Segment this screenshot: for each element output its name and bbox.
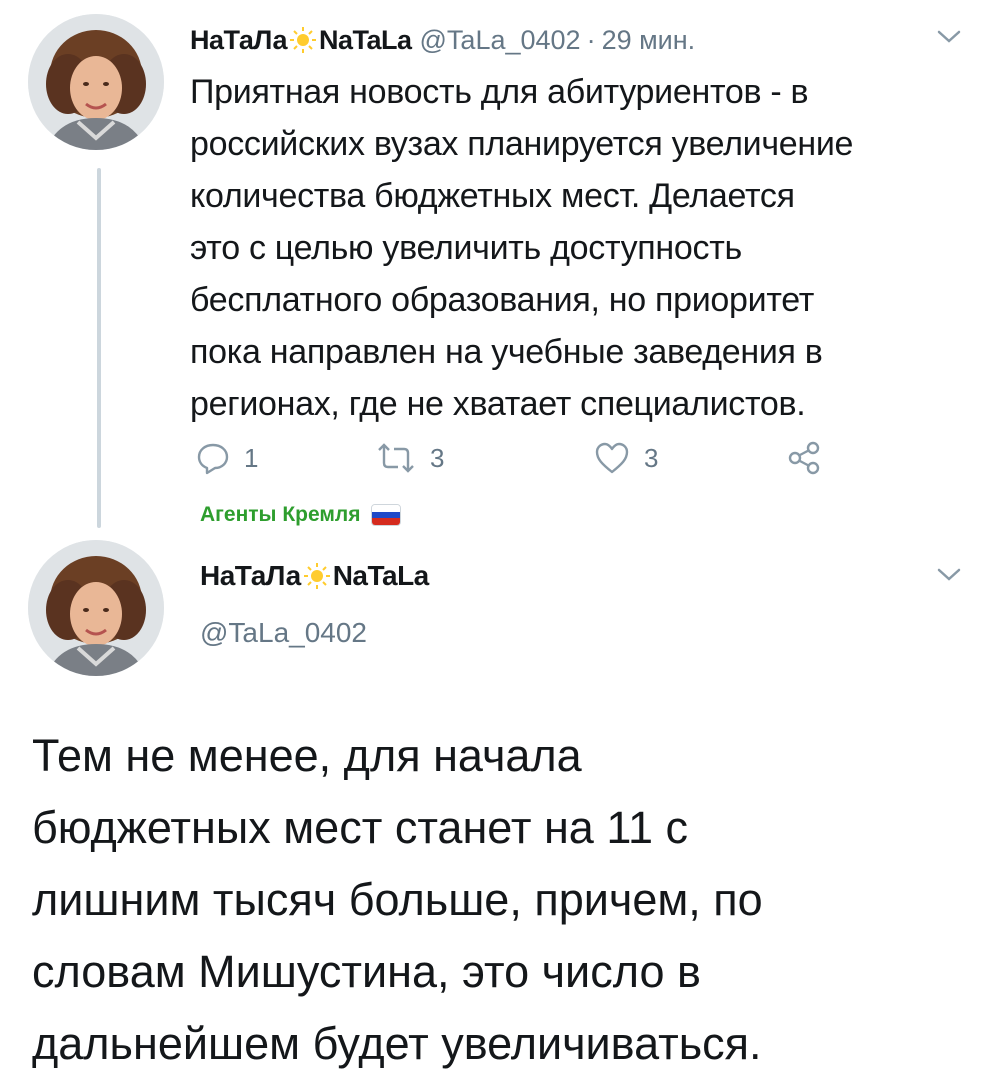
sun-icon [303,562,331,590]
tweet-header: НаТаЛа NaTaLa @TaLa_0402 · 29 мин. [190,22,970,58]
avatar[interactable] [28,14,164,150]
reply-icon [197,443,229,475]
tweet-timestamp[interactable]: 29 мин. [602,25,696,56]
heart-icon [595,442,629,474]
author-name-part1: НаТаЛа [200,560,301,591]
reply-count: 1 [244,442,259,473]
russia-flag-icon [370,504,401,526]
separator-dot: · [586,24,596,55]
community-tag-label: Агенты Кремля [200,503,361,526]
avatar[interactable] [28,540,164,676]
like-button[interactable]: 3 [594,438,658,478]
tweet-text: Приятная новость для абитуриентов - в ро… [190,73,854,423]
author-name-part1[interactable]: НаТаЛа [190,25,287,56]
author-handle[interactable]: @TaLa_0402 [420,25,581,56]
chevron-down-icon[interactable] [935,28,963,46]
thread-connector-line [97,168,101,528]
author-handle[interactable]: @TaLa_0402 [200,617,429,649]
community-tag[interactable]: Агенты Кремля [200,500,401,530]
tweet-actions: 1 3 3 [190,438,970,478]
tweet-text: Тем не менее, для начала бюджетных мест … [32,730,763,1069]
author-name-part2: NaTaLa [332,560,430,591]
share-icon [788,441,820,475]
chevron-down-icon[interactable] [935,566,963,584]
retweet-button[interactable]: 3 [376,438,444,478]
author-name-part2[interactable]: NaTaLa [319,25,412,56]
author-name[interactable]: НаТаЛа NaTaLa [200,555,429,597]
reply-button[interactable]: 1 [196,438,258,478]
retweet-count: 3 [430,442,445,473]
avatar-photo [28,14,164,150]
share-button[interactable] [786,438,836,478]
avatar-photo [28,540,164,676]
sun-icon [289,26,317,54]
tweet-2-header: НаТаЛа NaTaLa @TaLa_0402 [200,555,429,649]
like-count: 3 [644,442,659,473]
retweet-icon [378,443,414,473]
